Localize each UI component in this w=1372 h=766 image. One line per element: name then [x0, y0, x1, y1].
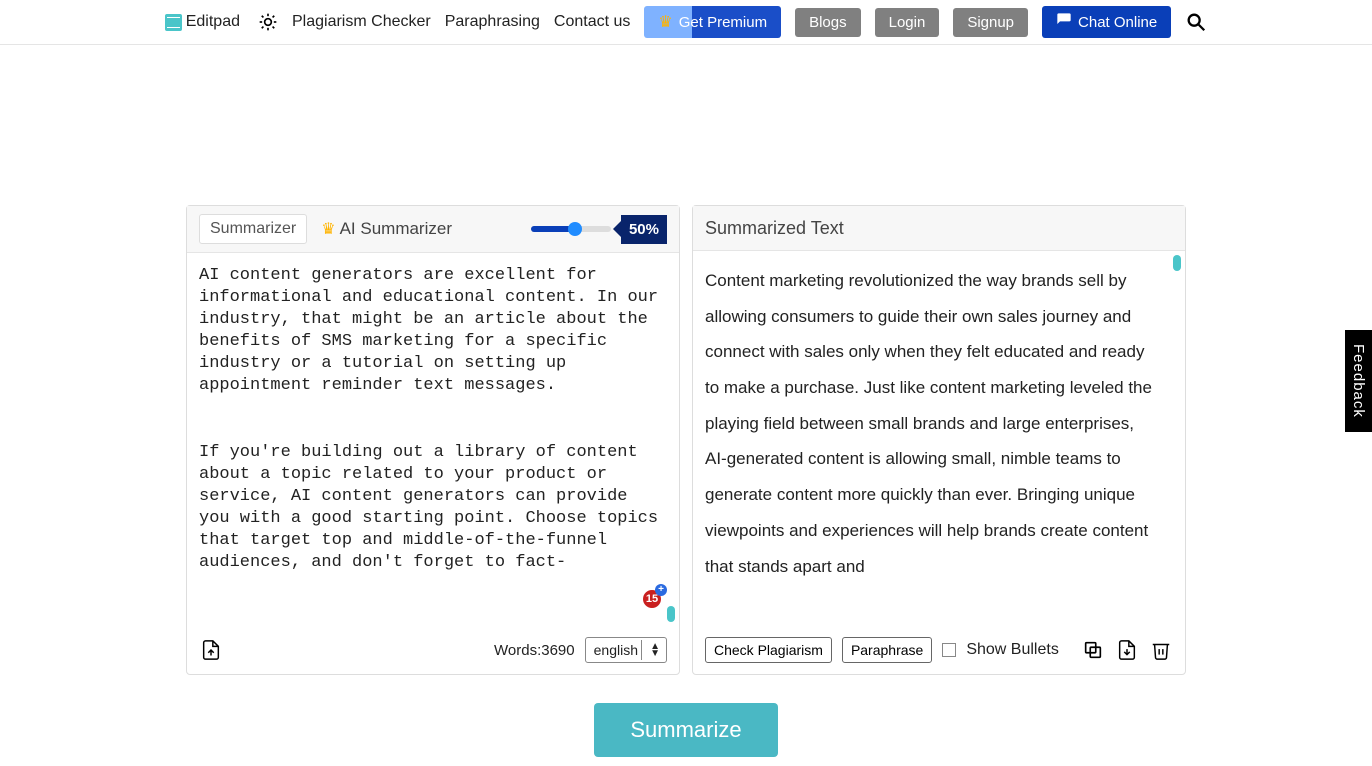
slider-value: 50%	[621, 215, 667, 244]
notification-badge[interactable]: 15	[641, 588, 663, 610]
main: Summarizer ♛ AI Summarizer 50% AI conten…	[186, 205, 1186, 757]
scrollbar-thumb[interactable]	[1173, 255, 1181, 271]
panels: Summarizer ♛ AI Summarizer 50% AI conten…	[186, 205, 1186, 675]
chat-label: Chat Online	[1078, 14, 1157, 31]
input-panel-header: Summarizer ♛ AI Summarizer 50%	[187, 206, 679, 253]
show-bullets-label: Show Bullets	[966, 641, 1059, 659]
slider-fill	[531, 226, 571, 232]
nav-paraphrasing[interactable]: Paraphrasing	[445, 13, 540, 31]
crown-icon: ♛	[321, 219, 335, 239]
search-icon[interactable]	[1185, 11, 1207, 33]
premium-label: Get Premium	[679, 14, 767, 31]
tab-summarizer[interactable]: Summarizer	[199, 214, 307, 244]
blogs-button[interactable]: Blogs	[795, 8, 861, 37]
select-divider	[641, 640, 642, 660]
signup-button[interactable]: Signup	[953, 8, 1028, 37]
language-select[interactable]: english ▲▼	[585, 637, 667, 663]
input-panel: Summarizer ♛ AI Summarizer 50% AI conten…	[186, 205, 680, 675]
nav-plagiarism-checker[interactable]: Plagiarism Checker	[292, 13, 431, 31]
theme-toggle-icon[interactable]	[258, 12, 278, 32]
chat-icon	[1056, 12, 1072, 32]
select-arrows-icon: ▲▼	[650, 643, 660, 657]
tab-ai-label: AI Summarizer	[340, 219, 452, 239]
show-bullets-checkbox[interactable]	[942, 643, 956, 657]
chat-online-button[interactable]: Chat Online	[1042, 6, 1171, 38]
output-title: Summarized Text	[705, 218, 844, 239]
words-value: 3690	[541, 642, 574, 659]
upload-icon[interactable]	[199, 638, 223, 662]
login-button[interactable]: Login	[875, 8, 940, 37]
output-area: Content marketing revolutionized the way…	[693, 251, 1185, 626]
slider-track[interactable]	[531, 226, 611, 232]
summary-length-slider[interactable]: 50%	[531, 215, 667, 244]
brand-name: Editpad	[186, 13, 240, 31]
word-count: Words:3690	[494, 642, 575, 659]
delete-icon[interactable]	[1149, 638, 1173, 662]
output-footer: Check Plagiarism Paraphrase Show Bullets	[693, 626, 1185, 674]
language-value: english	[594, 642, 638, 658]
header: Editpad Plagiarism Checker Paraphrasing …	[0, 0, 1372, 45]
feedback-tab[interactable]: Feedback	[1345, 330, 1372, 432]
slider-thumb[interactable]	[568, 222, 582, 236]
get-premium-button[interactable]: ♛ Get Premium	[644, 6, 781, 38]
output-panel: Summarized Text Content marketing revolu…	[692, 205, 1186, 675]
tab-ai-summarizer[interactable]: ♛ AI Summarizer	[321, 219, 452, 239]
summarize-button[interactable]: Summarize	[594, 703, 777, 757]
scrollbar-thumb[interactable]	[667, 606, 675, 622]
input-text[interactable]: AI content generators are excellent for …	[199, 265, 661, 614]
copy-icon[interactable]	[1081, 638, 1105, 662]
output-panel-header: Summarized Text	[693, 206, 1185, 251]
input-footer: Words:3690 english ▲▼	[187, 626, 679, 674]
paraphrase-button[interactable]: Paraphrase	[842, 637, 932, 663]
nav-contact-us[interactable]: Contact us	[554, 13, 630, 31]
input-area[interactable]: AI content generators are excellent for …	[187, 253, 679, 626]
crown-icon: ♛	[658, 12, 672, 32]
check-plagiarism-button[interactable]: Check Plagiarism	[705, 637, 832, 663]
download-icon[interactable]	[1115, 638, 1139, 662]
brand-logo[interactable]: Editpad	[165, 13, 240, 31]
words-label: Words:	[494, 642, 541, 659]
notepad-icon	[165, 14, 182, 31]
output-text: Content marketing revolutionized the way…	[705, 263, 1167, 614]
